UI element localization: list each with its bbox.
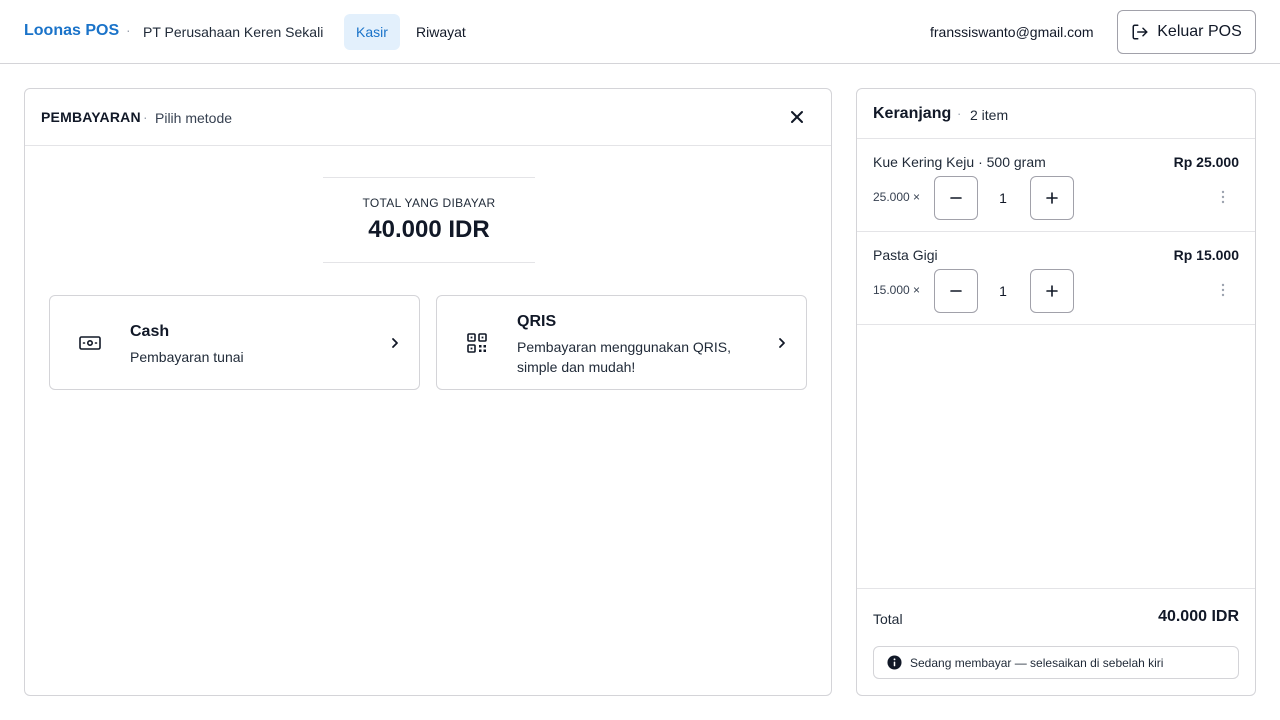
payment-header: PEMBAYARAN · Pilih metode [25,89,831,146]
more-vertical-icon [1221,283,1225,297]
qris-description: Pembayaran menggunakan QRIS, simple dan … [517,339,732,375]
logout-button[interactable]: Keluar POS [1117,10,1256,54]
cart-item-unit-price: 25.000 × [873,190,921,204]
cart-header: Keranjang · 2 item [857,89,1255,139]
tab-riwayat[interactable]: Riwayat [404,14,478,50]
total-due-box: TOTAL YANG DIBAYAR 40.000 IDR [323,177,535,263]
item-more-options-button[interactable] [1215,281,1231,299]
minus-icon [950,197,962,199]
cart-total-value: 40.000 IDR [1158,608,1239,625]
qris-title: QRIS [517,313,557,330]
plus-icon [1046,285,1058,297]
logout-icon [1131,23,1149,41]
cart-item: Pasta Gigi Rp 15.000 15.000 × 1 [857,232,1255,325]
payment-method-qris[interactable]: QRIS Pembayaran menggunakan QRIS, simple… [436,295,807,390]
banknote-icon [78,332,102,354]
cart-item: Kue Kering Keju · 500 gram Rp 25.000 25.… [857,139,1255,232]
payment-subtitle: Pilih metode [155,110,233,126]
minus-icon [950,290,962,292]
increase-qty-button[interactable] [1030,176,1074,220]
cart-item-name: Kue Kering Keju · 500 gram [873,154,1046,170]
payment-status-text: Sedang membayar — selesaikan di sebelah … [910,655,1164,670]
cart-title-separator: · [957,106,962,121]
payment-title-separator: · [143,109,148,125]
chevron-right-icon [392,338,398,348]
top-bar: Loonas POS · PT Perusahaan Keren Sekali … [0,0,1280,64]
more-vertical-icon [1221,190,1225,204]
cart-title: Keranjang [873,105,952,122]
increase-qty-button[interactable] [1030,269,1074,313]
payment-status-notice: Sedang membayar — selesaikan di sebelah … [873,646,1239,679]
cart-item-price: Rp 15.000 [1173,247,1239,263]
quantity-value: 1 [999,283,1007,299]
cart-item-name: Pasta Gigi [873,247,938,263]
decrease-qty-button[interactable] [934,176,978,220]
company-name: PT Perusahaan Keren Sekali [143,24,324,40]
qr-code-icon [465,332,489,354]
cart-panel: Keranjang · 2 item Kue Kering Keju · 500… [856,88,1256,696]
logout-label: Keluar POS [1157,23,1242,40]
brand-name[interactable]: Loonas POS [24,22,119,40]
cart-item-price: Rp 25.000 [1173,154,1239,170]
chevron-right-icon [779,338,785,348]
total-due-value: 40.000 IDR [368,216,490,243]
payment-method-cash[interactable]: Cash Pembayaran tunai [49,295,420,390]
cart-total-label: Total [873,611,903,627]
user-email: franssiswanto@gmail.com [930,24,1094,40]
payment-panel: PEMBAYARAN · Pilih metode TOTAL YANG DIB… [24,88,832,696]
close-payment-button[interactable] [785,105,809,129]
close-icon [791,111,803,123]
tab-kasir[interactable]: Kasir [344,14,400,50]
cart-footer: Total 40.000 IDR Sedang membayar — seles… [857,588,1255,696]
info-icon [887,655,902,670]
payment-title: PEMBAYARAN [41,109,141,125]
cash-description: Pembayaran tunai [130,349,244,365]
cart-item-count: 2 item [970,107,1009,123]
total-due-label: TOTAL YANG DIBAYAR [362,196,496,210]
decrease-qty-button[interactable] [934,269,978,313]
plus-icon [1046,192,1058,204]
quantity-value: 1 [999,190,1007,206]
cash-title: Cash [130,323,170,340]
item-more-options-button[interactable] [1215,188,1231,206]
brand-separator: · [126,22,131,38]
cart-item-unit-price: 15.000 × [873,283,921,297]
